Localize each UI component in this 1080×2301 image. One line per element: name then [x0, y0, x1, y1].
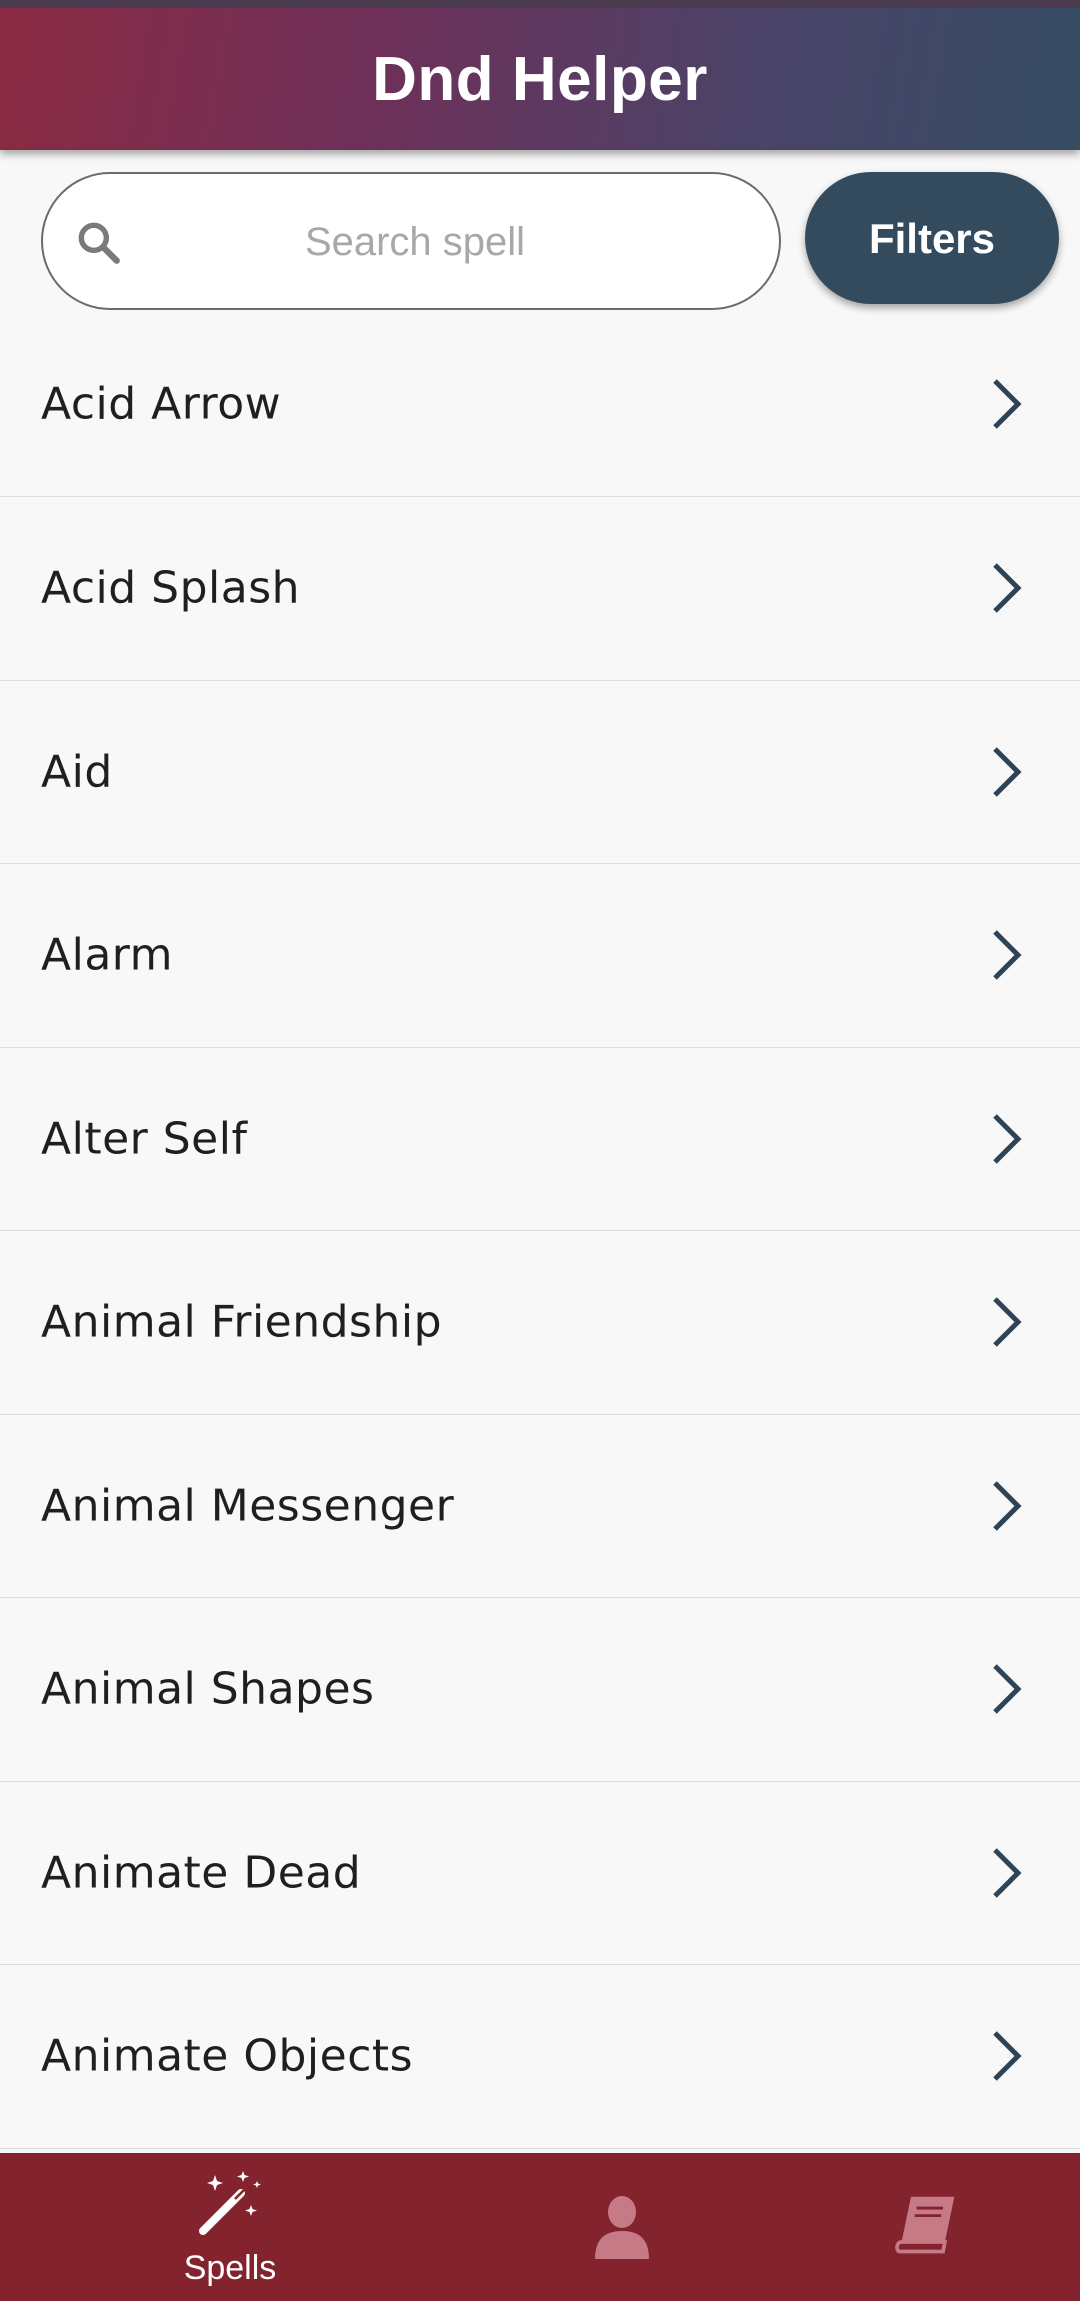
spell-name: Animate Dead: [41, 1847, 362, 1899]
spell-name: Animal Shapes: [41, 1663, 375, 1715]
nav-label-spells: Spells: [183, 2249, 277, 2287]
chevron-right-icon: [993, 379, 1022, 429]
spell-list-item[interactable]: Alarm: [0, 864, 1080, 1048]
spell-list: Acid Arrow Acid Splash Aid Alarm Alter Self A…: [0, 312, 1080, 2149]
chevron-right-icon: [993, 1664, 1022, 1715]
spell-list-item[interactable]: Acid Arrow: [0, 312, 1080, 497]
nav-tab-character[interactable]: [517, 2153, 717, 2301]
nav-tab-spells[interactable]: Spells: [130, 2153, 330, 2301]
spell-list-item[interactable]: Alter Self: [0, 1048, 1080, 1231]
spell-list-item[interactable]: Animate Objects: [0, 1965, 1080, 2149]
chevron-right-icon: [993, 1480, 1022, 1531]
search-bar[interactable]: [41, 172, 781, 310]
chevron-right-icon: [993, 1113, 1022, 1164]
magic-wand-icon: [199, 2171, 261, 2235]
spell-list-item[interactable]: Animal Messenger: [0, 1415, 1080, 1598]
chevron-right-icon: [993, 2031, 1022, 2082]
status-bar-strip: [0, 0, 1080, 8]
spell-name: Animal Friendship: [41, 1296, 443, 1348]
spell-name: Alarm: [41, 929, 173, 981]
spell-list-item[interactable]: Animate Dead: [0, 1782, 1080, 1965]
chevron-right-icon: [993, 930, 1022, 981]
chevron-right-icon: [993, 563, 1022, 614]
book-icon: [895, 2196, 955, 2254]
search-input[interactable]: [143, 174, 687, 310]
bottom-navigation: Spells: [0, 2153, 1080, 2301]
filters-button[interactable]: Filters: [805, 172, 1059, 304]
chevron-right-icon: [993, 1847, 1022, 1898]
spell-name: Animate Objects: [41, 2030, 414, 2082]
spell-name: Animal Messenger: [41, 1480, 455, 1532]
spell-name: Acid Arrow: [41, 378, 282, 430]
nav-tab-book[interactable]: [825, 2153, 1025, 2301]
spell-name: Aid: [41, 746, 113, 798]
spell-name: Acid Splash: [41, 562, 301, 614]
search-icon: [78, 222, 120, 264]
app-title: Dnd Helper: [372, 45, 708, 114]
chevron-right-icon: [993, 1297, 1022, 1348]
spell-list-item[interactable]: Aid: [0, 681, 1080, 864]
spell-list-item[interactable]: Animal Shapes: [0, 1598, 1080, 1782]
chevron-right-icon: [993, 746, 1022, 797]
spell-list-item[interactable]: Acid Splash: [0, 497, 1080, 681]
spell-list-item[interactable]: Animal Friendship: [0, 1231, 1080, 1415]
person-icon: [595, 2196, 649, 2259]
spell-name: Alter Self: [41, 1113, 248, 1165]
app-header: Dnd Helper: [0, 0, 1080, 150]
